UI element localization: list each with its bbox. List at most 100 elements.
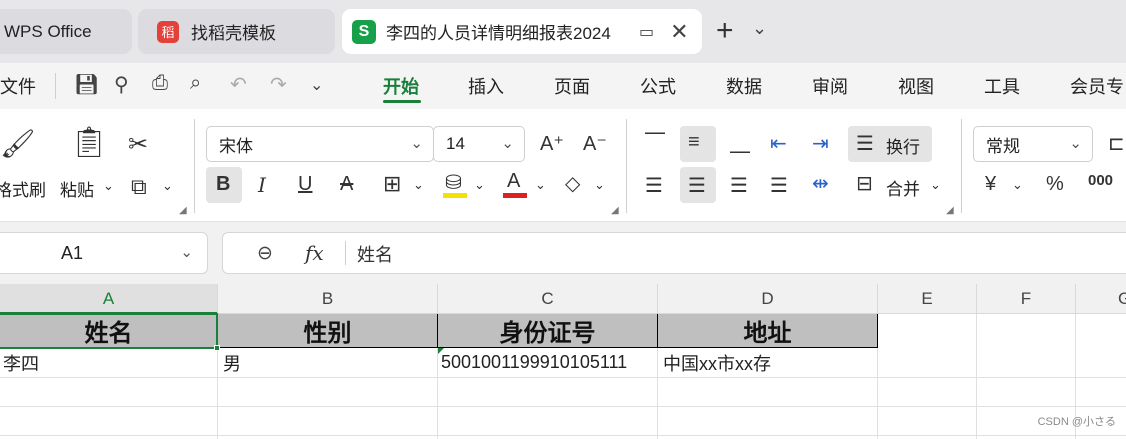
function-icon[interactable]: fx: [305, 241, 324, 265]
ribbon-divider: [961, 119, 962, 213]
clear-format-icon[interactable]: ◇: [565, 171, 580, 196]
chevron-down-icon[interactable]: ⌄: [1012, 177, 1023, 193]
font-color-icon[interactable]: A: [507, 170, 520, 193]
spreadsheet-icon: S: [352, 19, 376, 44]
formula-input[interactable]: ⊖ fx 姓名: [222, 232, 1126, 274]
chevron-down-icon[interactable]: ⌄: [594, 177, 605, 193]
close-icon[interactable]: ✕: [670, 19, 688, 45]
formula-content[interactable]: 姓名: [357, 241, 393, 267]
cell-b1[interactable]: 性别: [218, 314, 438, 348]
chevron-down-icon: ⌄: [180, 244, 193, 261]
number-format-select[interactable]: 常规 ⌄: [973, 126, 1093, 162]
italic-icon[interactable]: I: [258, 173, 266, 197]
tab-review[interactable]: 审阅: [812, 73, 848, 99]
column-header-d[interactable]: D: [658, 284, 878, 314]
merge-cells-icon[interactable]: ⊟: [856, 171, 873, 196]
underline-icon[interactable]: U: [298, 173, 312, 196]
merge-label[interactable]: 合并: [886, 175, 920, 200]
cell-b2[interactable]: 男: [218, 348, 438, 377]
cell-selection-border: [0, 313, 218, 349]
tab-member[interactable]: 会员专: [1070, 73, 1124, 99]
wrap-text-icon[interactable]: ☰: [856, 131, 874, 156]
format-painter-icon[interactable]: 🖌︎: [0, 127, 36, 160]
align-middle-icon[interactable]: ≡: [688, 131, 700, 154]
borders-icon[interactable]: ⊞: [383, 171, 401, 197]
font-size-select[interactable]: 14 ⌄: [433, 126, 525, 162]
align-center-icon[interactable]: ☰: [688, 173, 706, 198]
chevron-down-icon[interactable]: ⌄: [535, 177, 546, 193]
format-painter-label[interactable]: 格式刷: [0, 176, 46, 201]
number-as-text-marker: [438, 348, 444, 354]
chevron-down-icon[interactable]: ⌄: [103, 178, 114, 194]
chevron-down-icon: ⌄: [410, 135, 423, 152]
increase-indent-icon[interactable]: ⇥: [812, 131, 829, 156]
new-tab-button[interactable]: +: [716, 14, 734, 48]
dialog-launcher-icon[interactable]: ◢: [179, 205, 187, 216]
percent-icon[interactable]: %: [1046, 173, 1064, 196]
wrap-text-label[interactable]: 换行: [886, 133, 920, 158]
align-top-icon[interactable]: ⎺: [645, 131, 665, 154]
tab-data[interactable]: 数据: [726, 73, 762, 99]
print-preview-icon[interactable]: ⌕: [190, 72, 201, 95]
cut-icon[interactable]: ✂: [128, 130, 148, 159]
column-header-b[interactable]: B: [218, 284, 438, 314]
save-icon[interactable]: 💾︎: [74, 72, 99, 97]
monitor-icon[interactable]: ▭: [639, 22, 654, 42]
cell-a2[interactable]: 李四: [0, 348, 218, 377]
column-header-a[interactable]: A: [0, 284, 218, 314]
increase-font-icon[interactable]: A⁺: [540, 131, 564, 156]
align-left-icon[interactable]: ☰: [645, 173, 663, 198]
copy-icon[interactable]: ⧉: [131, 174, 147, 200]
dialog-launcher-icon[interactable]: ◢: [611, 205, 619, 216]
tab-tools[interactable]: 工具: [984, 73, 1020, 99]
justify-icon[interactable]: ☰: [770, 173, 788, 198]
distributed-align-icon[interactable]: ⇹: [812, 171, 829, 196]
thousands-separator-icon[interactable]: 000: [1088, 172, 1113, 189]
cell-d1[interactable]: 地址: [658, 314, 878, 348]
print-icon[interactable]: ⎙: [152, 72, 168, 95]
column-header-c[interactable]: C: [438, 284, 658, 314]
export-icon[interactable]: ⚲: [114, 72, 129, 97]
chevron-down-icon[interactable]: ⌄: [162, 178, 173, 194]
dialog-launcher-icon[interactable]: ◢: [946, 205, 954, 216]
undo-icon[interactable]: ↶: [230, 72, 247, 97]
fill-color-icon[interactable]: ⛁: [445, 170, 462, 195]
redo-icon[interactable]: ↷: [270, 72, 287, 97]
currency-icon[interactable]: ¥: [985, 173, 996, 196]
font-name-value: 宋体: [219, 136, 253, 156]
cell-c2[interactable]: 500100119991010511​1: [438, 348, 658, 377]
file-menu[interactable]: 文件: [0, 73, 36, 99]
tab-spreadsheet-document[interactable]: S 李四的人员详情明细报表2024 ▭ ✕: [342, 9, 702, 54]
chevron-down-icon[interactable]: ⌄: [474, 177, 485, 193]
tab-formulas[interactable]: 公式: [640, 73, 676, 99]
strikethrough-icon[interactable]: A: [340, 173, 353, 196]
paste-icon[interactable]: 📋︎: [70, 125, 108, 160]
align-bottom-icon[interactable]: ⎽: [730, 131, 750, 154]
tab-template-store[interactable]: 稻 找稻壳模板: [138, 9, 335, 54]
tab-insert[interactable]: 插入: [468, 73, 504, 99]
tab-view[interactable]: 视图: [898, 73, 934, 99]
tab-page[interactable]: 页面: [554, 73, 590, 99]
text-direction-icon[interactable]: ⊏: [1108, 131, 1125, 156]
column-header-e[interactable]: E: [878, 284, 977, 314]
tab-wps-office[interactable]: WPS Office: [0, 9, 132, 54]
decrease-font-icon[interactable]: A⁻: [583, 131, 607, 156]
tab-home[interactable]: 开始: [383, 73, 419, 99]
fill-handle[interactable]: [214, 345, 220, 351]
bold-icon[interactable]: B: [216, 173, 230, 196]
cell-c1[interactable]: 身份证号: [438, 314, 658, 348]
font-name-select[interactable]: 宋体 ⌄: [206, 126, 434, 162]
decrease-indent-icon[interactable]: ⇤: [770, 131, 787, 156]
align-right-icon[interactable]: ☰: [730, 173, 748, 198]
name-box[interactable]: A1 ⌄: [0, 232, 208, 274]
column-header-g[interactable]: G: [1076, 284, 1126, 314]
column-header-f[interactable]: F: [977, 284, 1076, 314]
chevron-down-icon[interactable]: ⌄: [413, 177, 424, 193]
spreadsheet-grid[interactable]: A B C D E F G 姓名 性别 身份证号 地址 李四 男 5001001…: [0, 284, 1126, 439]
zoom-icon[interactable]: ⊖: [257, 242, 273, 265]
chevron-down-icon[interactable]: ⌄: [310, 75, 323, 95]
chevron-down-icon[interactable]: ⌄: [930, 177, 941, 193]
paste-label[interactable]: 粘贴: [60, 176, 94, 201]
chevron-down-icon[interactable]: ⌄: [752, 18, 767, 39]
cell-d2[interactable]: 中国xx市xx存: [658, 348, 878, 377]
